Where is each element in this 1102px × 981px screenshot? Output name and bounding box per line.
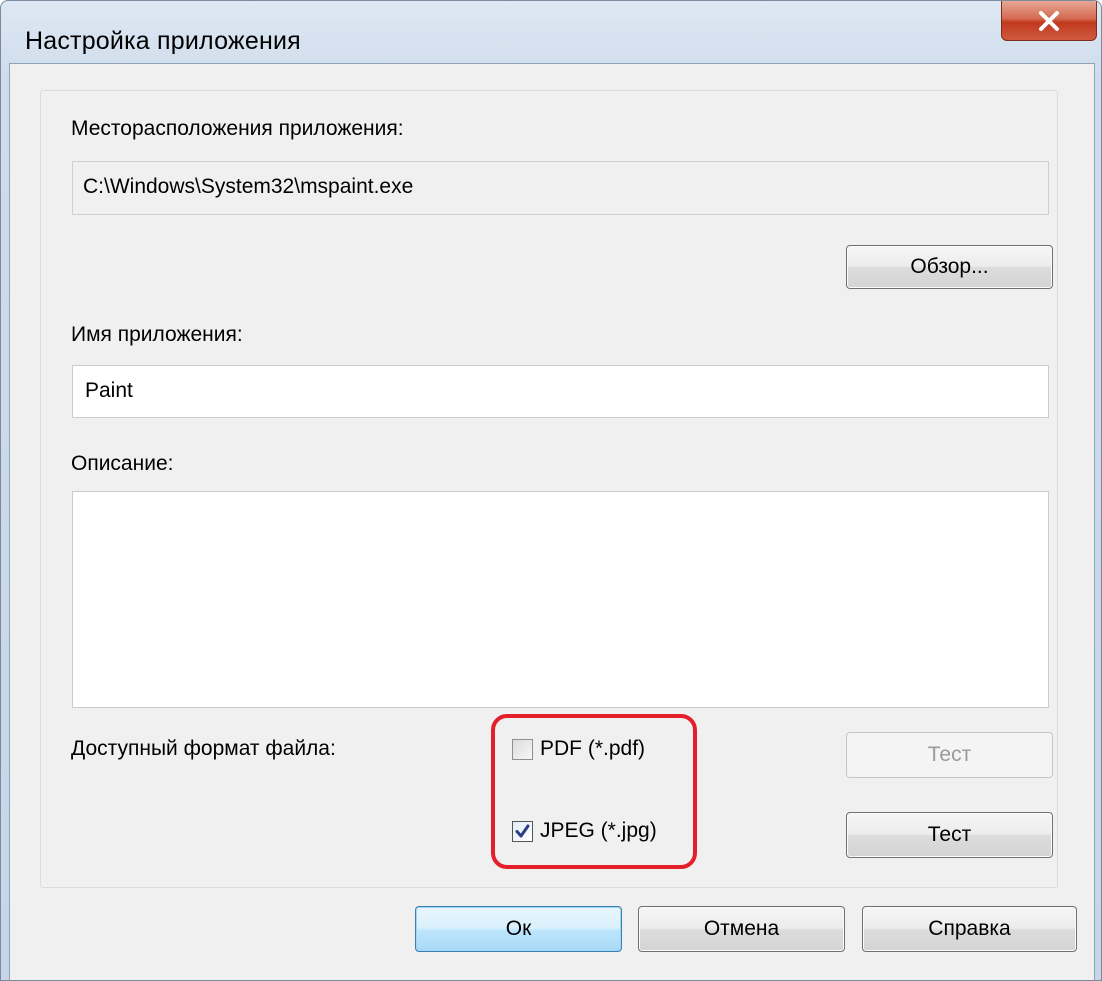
close-button[interactable] (1001, 1, 1097, 41)
description-textarea[interactable] (72, 491, 1049, 708)
app-name-label: Имя приложения: (71, 323, 243, 346)
location-label: Месторасположения приложения: (71, 117, 404, 140)
description-label: Описание: (71, 452, 174, 475)
jpeg-test-button[interactable]: Тест (846, 812, 1053, 858)
cancel-button[interactable]: Отмена (638, 906, 845, 952)
window-title: Настройка приложения (25, 27, 301, 55)
formats-label: Доступный формат файла: (71, 737, 336, 760)
pdf-test-button[interactable]: Тест (846, 732, 1053, 778)
app-name-value: Paint (85, 379, 133, 402)
ok-button[interactable]: Ок (415, 906, 622, 952)
location-value: C:\Windows\System32\mspaint.exe (83, 175, 414, 198)
dialog-window: Настройка приложения Месторасположения п… (0, 0, 1102, 981)
format-highlight-annotation (491, 714, 697, 869)
browse-button[interactable]: Обзор... (846, 245, 1053, 289)
help-button[interactable]: Справка (862, 906, 1077, 952)
close-icon (1039, 10, 1059, 31)
location-field: C:\Windows\System32\mspaint.exe (72, 161, 1049, 215)
app-name-input[interactable]: Paint (72, 365, 1049, 418)
